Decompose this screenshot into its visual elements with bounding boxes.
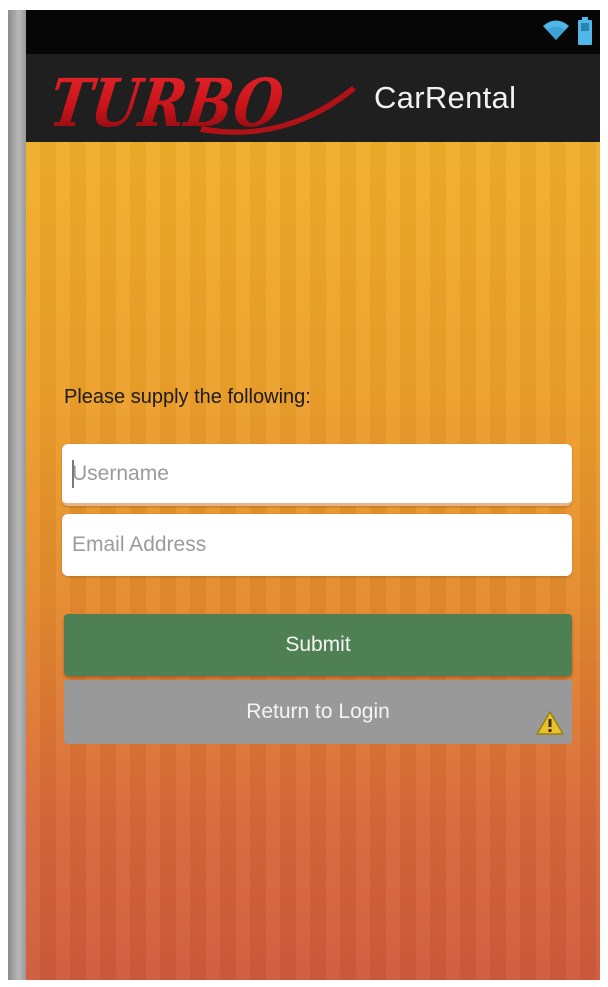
text-cursor — [72, 460, 74, 488]
app-title: CarRental — [374, 80, 517, 115]
status-bar — [26, 10, 600, 54]
username-input[interactable] — [62, 444, 572, 506]
form-area: Please supply the following: Submit Retu… — [26, 142, 600, 980]
battery-icon — [578, 17, 592, 45]
app-screen: TURBO CarRental Please supply the follow… — [26, 10, 600, 980]
form-prompt: Please supply the following: — [64, 386, 311, 408]
app-bar: TURBO CarRental — [26, 54, 600, 142]
device-bezel — [8, 10, 26, 980]
submit-button[interactable]: Submit — [64, 614, 572, 676]
logo-text: TURBO — [52, 64, 288, 138]
turbo-logo: TURBO — [52, 64, 356, 138]
warning-icon — [536, 711, 564, 735]
wifi-icon — [543, 20, 569, 40]
return-button-label: Return to Login — [246, 700, 390, 723]
submit-button-label: Submit — [285, 633, 351, 656]
device-frame: TURBO CarRental Please supply the follow… — [0, 0, 608, 987]
email-input[interactable] — [62, 514, 572, 576]
return-to-login-button[interactable]: Return to Login — [64, 680, 572, 744]
